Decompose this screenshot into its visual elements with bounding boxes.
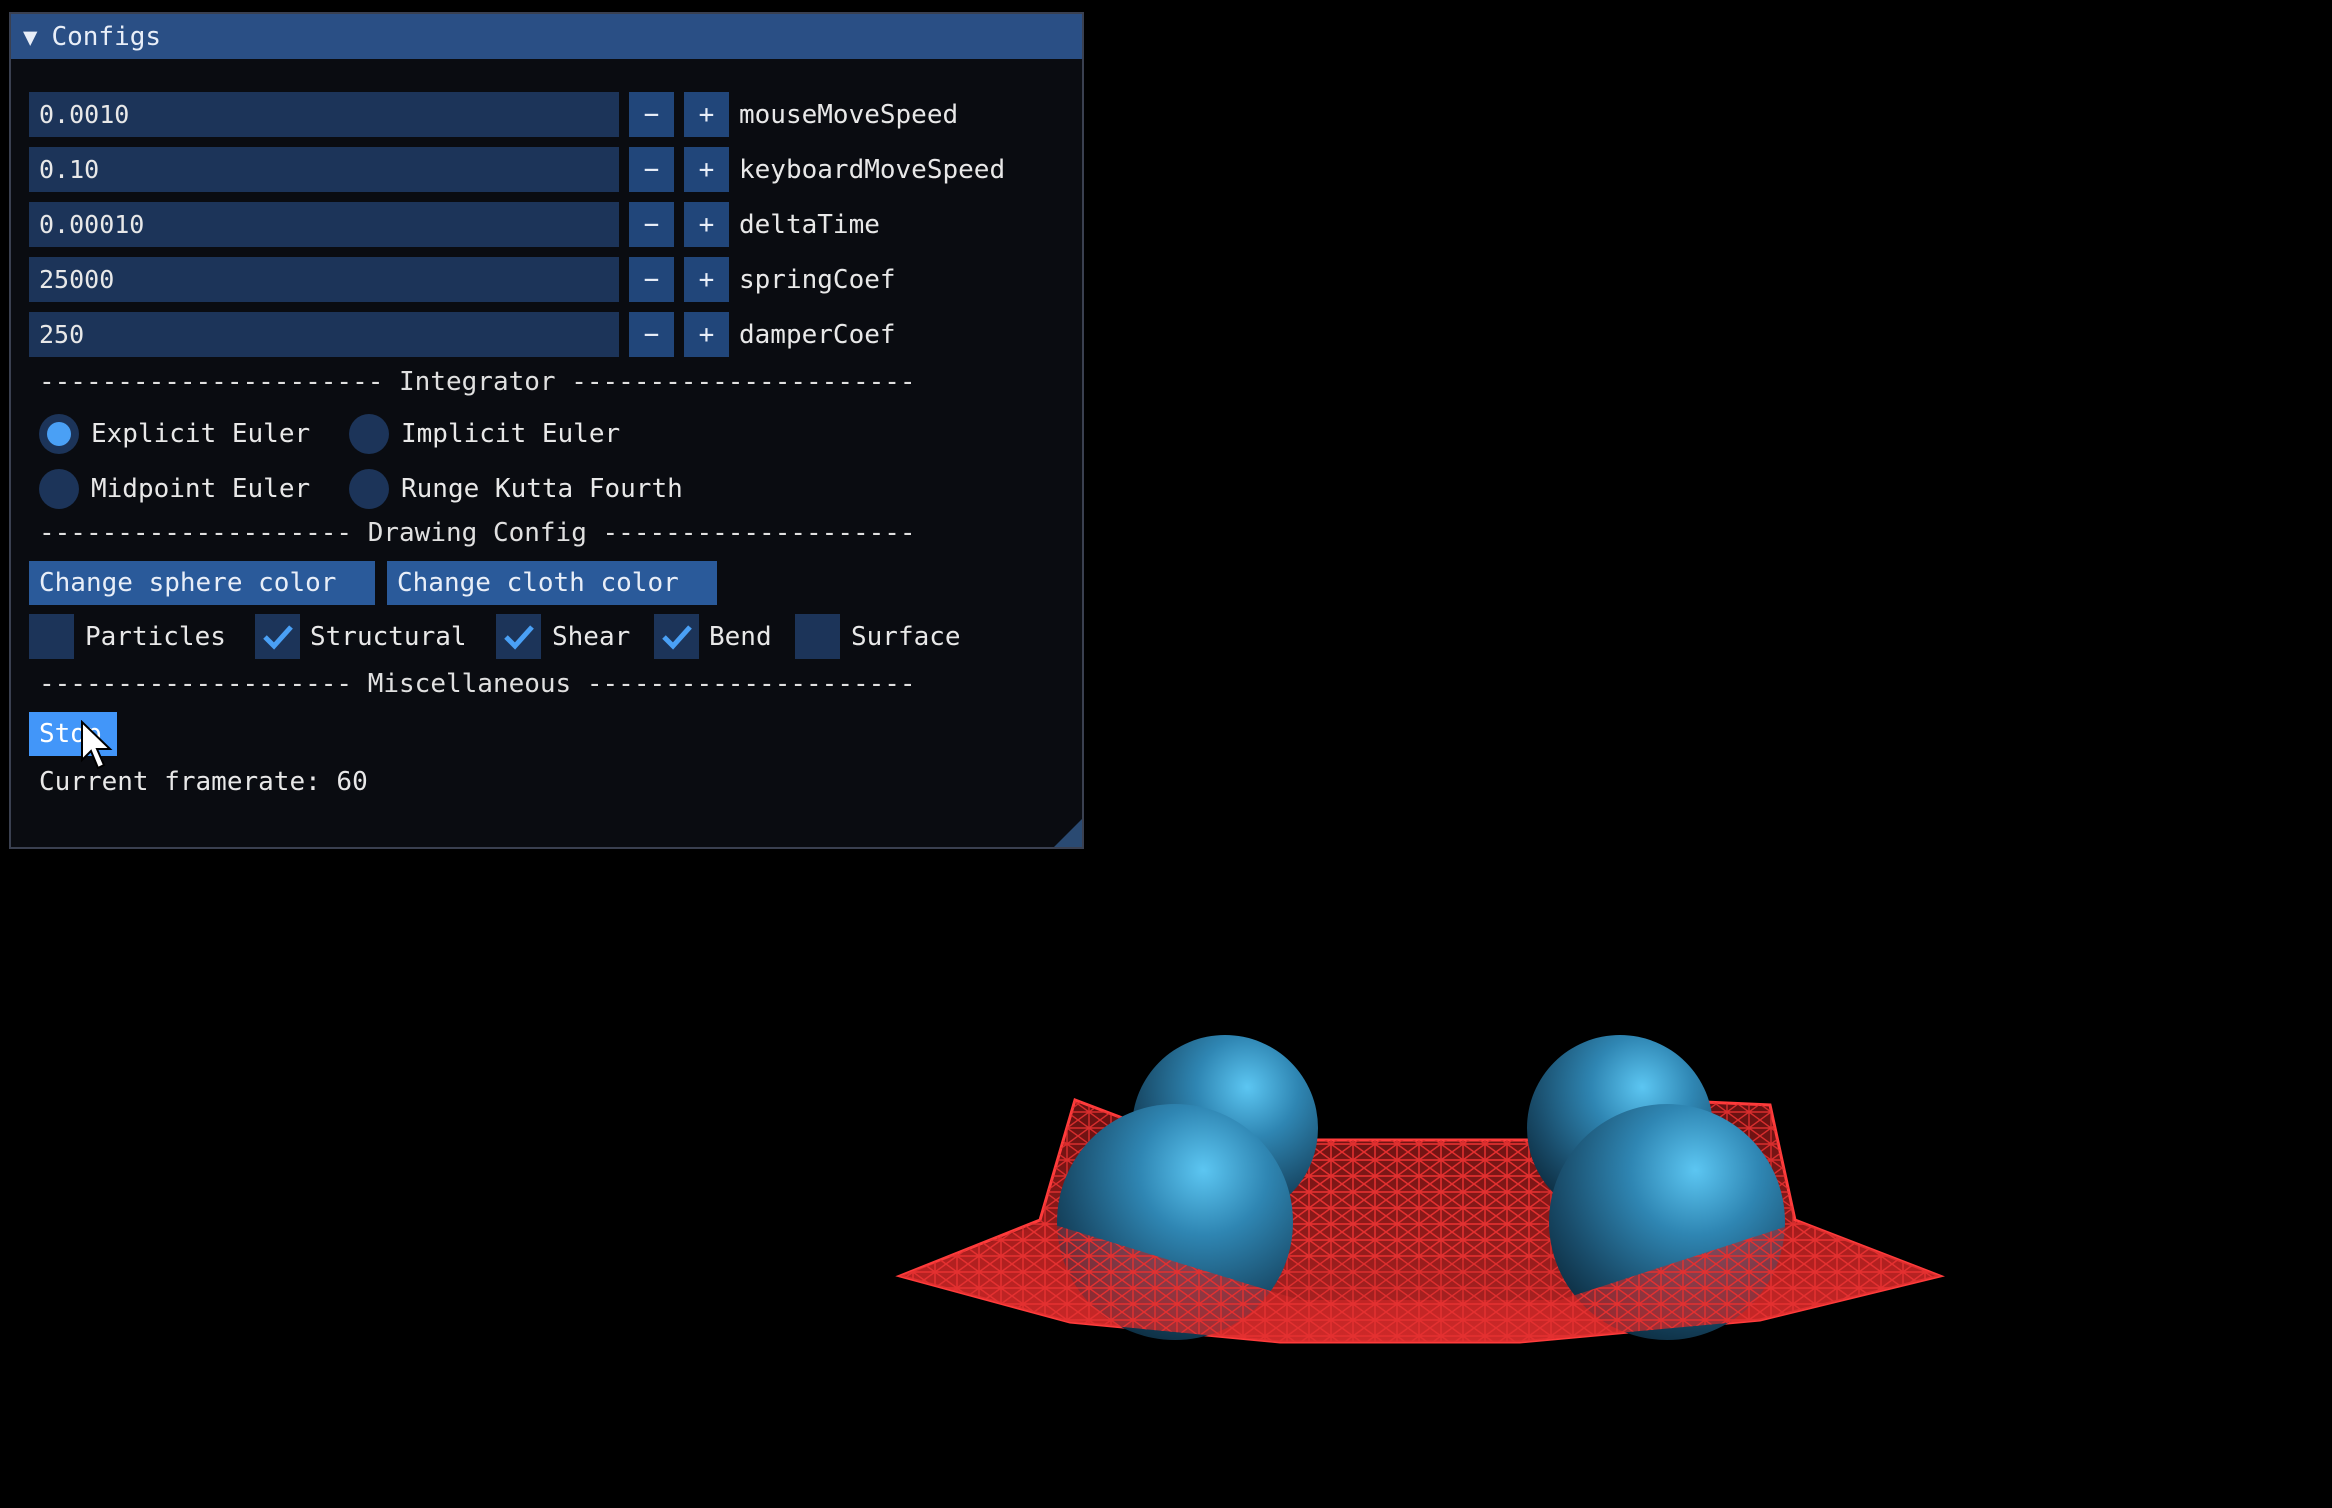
surface-checkbox[interactable]	[795, 614, 840, 659]
check-icon	[503, 624, 534, 650]
param-row-keyboard-move-speed: 0.10 − + keyboardMoveSpeed	[29, 147, 1005, 192]
miscellaneous-separator: -------------------- Miscellaneous -----…	[39, 669, 916, 699]
particles-checkbox[interactable]	[29, 614, 74, 659]
structural-checkbox-label: Structural	[310, 622, 467, 652]
shear-checkbox-label: Shear	[552, 622, 631, 652]
radio-button-explicit-euler[interactable]	[39, 413, 79, 454]
damper-coef-label: damperCoef	[739, 319, 896, 350]
triangle-down-icon[interactable]: ▼	[23, 23, 37, 51]
radio-label-implicit-euler: Implicit Euler	[401, 418, 621, 449]
spring-coef-input[interactable]: 25000	[29, 257, 619, 302]
shear-checkbox[interactable]	[496, 614, 541, 659]
radio-button-runge-kutta-fourth[interactable]	[349, 468, 389, 509]
configs-title-bar[interactable]: ▼ Configs	[11, 14, 1082, 59]
keyboard-move-speed-label: keyboardMoveSpeed	[739, 154, 1006, 185]
radio-label-runge-kutta-fourth: Runge Kutta Fourth	[401, 473, 683, 504]
radio-label-explicit-euler: Explicit Euler	[91, 418, 311, 449]
mouse-cursor-icon	[81, 720, 113, 770]
param-row-mouse-move-speed: 0.0010 − + mouseMoveSpeed	[29, 92, 958, 137]
radio-midpoint-euler[interactable]: Midpoint Euler	[39, 466, 310, 511]
change-cloth-color-button[interactable]: Change cloth color	[387, 561, 717, 605]
bend-checkbox-label: Bend	[709, 622, 772, 652]
radio-explicit-euler[interactable]: Explicit Euler	[39, 411, 310, 456]
damper-coef-increment-button[interactable]: +	[684, 312, 729, 357]
radio-button-midpoint-euler[interactable]	[39, 468, 79, 509]
radio-button-implicit-euler[interactable]	[349, 413, 389, 454]
radio-implicit-euler[interactable]: Implicit Euler	[349, 411, 620, 456]
keyboard-move-speed-decrement-button[interactable]: −	[629, 147, 674, 192]
drawing-config-separator: -------------------- Drawing Config ----…	[39, 518, 916, 548]
param-row-damper-coef: 250 − + damperCoef	[29, 312, 896, 357]
mouse-move-speed-input[interactable]: 0.0010	[29, 92, 619, 137]
delta-time-decrement-button[interactable]: −	[629, 202, 674, 247]
radio-selected-dot	[47, 421, 71, 446]
surface-checkbox-label: Surface	[851, 622, 961, 652]
mouse-move-speed-label: mouseMoveSpeed	[739, 99, 959, 130]
integrator-separator: ---------------------- Integrator ------…	[39, 367, 916, 397]
spring-coef-decrement-button[interactable]: −	[629, 257, 674, 302]
delta-time-label: deltaTime	[739, 209, 880, 240]
damper-coef-decrement-button[interactable]: −	[629, 312, 674, 357]
radio-runge-kutta-fourth[interactable]: Runge Kutta Fourth	[349, 466, 683, 511]
window-title: Configs	[51, 21, 162, 52]
spring-coef-increment-button[interactable]: +	[684, 257, 729, 302]
mouse-move-speed-decrement-button[interactable]: −	[629, 92, 674, 137]
particles-checkbox-label: Particles	[85, 622, 226, 652]
change-sphere-color-button[interactable]: Change sphere color	[29, 561, 375, 605]
structural-checkbox[interactable]	[255, 614, 300, 659]
param-row-delta-time: 0.00010 − + deltaTime	[29, 202, 880, 247]
damper-coef-input[interactable]: 250	[29, 312, 619, 357]
keyboard-move-speed-input[interactable]: 0.10	[29, 147, 619, 192]
radio-label-midpoint-euler: Midpoint Euler	[91, 473, 311, 504]
keyboard-move-speed-increment-button[interactable]: +	[684, 147, 729, 192]
param-row-spring-coef: 25000 − + springCoef	[29, 257, 896, 302]
check-icon	[262, 624, 293, 650]
check-icon	[661, 624, 692, 650]
spring-coef-label: springCoef	[739, 264, 896, 295]
configs-window[interactable]: ▼ Configs 0.0010 − + mouseMoveSpeed 0.10…	[9, 12, 1084, 849]
resize-grip[interactable]	[1054, 819, 1082, 847]
delta-time-increment-button[interactable]: +	[684, 202, 729, 247]
mouse-move-speed-increment-button[interactable]: +	[684, 92, 729, 137]
delta-time-input[interactable]: 0.00010	[29, 202, 619, 247]
bend-checkbox[interactable]	[654, 614, 699, 659]
